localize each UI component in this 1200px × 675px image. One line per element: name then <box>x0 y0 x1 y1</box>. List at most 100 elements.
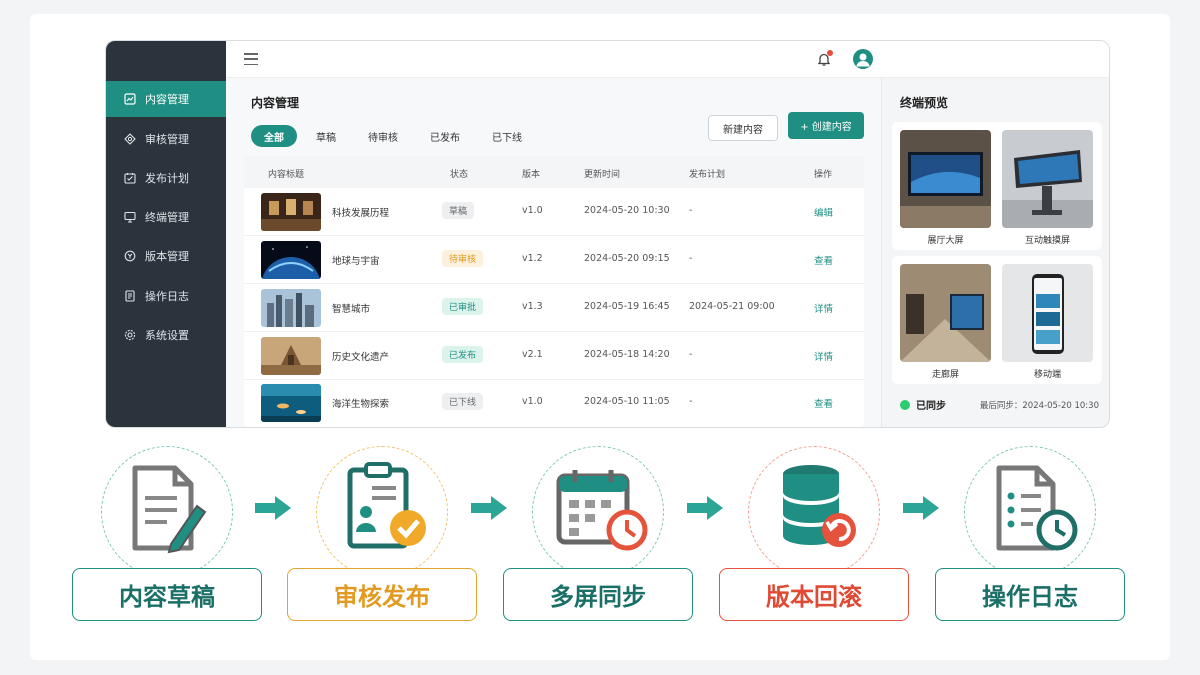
column-header: 状态 <box>450 170 469 180</box>
row-title: 海洋生物探索 <box>332 399 390 410</box>
sidebar-item-label: 内容管理 <box>145 93 189 106</box>
step-label: 版本回滚 <box>719 568 909 621</box>
row-version: v1.2 <box>522 253 543 264</box>
status-badge: 草稿 <box>442 202 475 219</box>
preview-group: 展厅大屏 互动触摸屏 <box>892 122 1102 250</box>
column-header: 发布计划 <box>689 170 726 180</box>
row-plan: - <box>689 253 693 264</box>
terminal-image <box>900 130 991 228</box>
terminal-preview-panel: 终端预览 展厅大屏 互动触摸屏 走廊屏 移动端 已同步 最后同步：2024-05… <box>881 78 1109 427</box>
sidebar-item-logs[interactable]: 操作日志 <box>106 278 226 314</box>
row-plan: 2024-05-21 09:00 <box>689 301 775 312</box>
table-row[interactable]: 科技发展历程 草稿 v1.0 2024-05-20 10:30 - 编辑 <box>244 188 864 236</box>
step-label: 多屏同步 <box>503 568 693 621</box>
status-badge: 已审批 <box>442 298 484 315</box>
table-row[interactable]: 地球与宇宙 待审核 v1.2 2024-05-20 09:15 - 查看 <box>244 236 864 284</box>
avatar[interactable] <box>853 49 873 69</box>
row-updated: 2024-05-19 16:45 <box>584 301 670 312</box>
sidebar: 内容管理 审核管理 发布计划 终端管理 版本管理 操作日志 系统设置 <box>106 41 226 427</box>
terminal-card[interactable]: 展厅大屏 <box>900 130 991 246</box>
sync-status-label: 已同步 <box>916 401 946 412</box>
last-sync-time: 最后同步：2024-05-20 10:30 <box>979 401 1099 411</box>
tab-draft[interactable]: 草稿 <box>303 125 349 147</box>
thumbnail-image <box>261 289 321 327</box>
menu-icon[interactable] <box>244 53 258 65</box>
gear-icon <box>124 329 136 341</box>
column-header: 操作 <box>814 170 833 180</box>
row-updated: 2024-05-10 11:05 <box>584 396 670 407</box>
database-rollback-icon <box>783 465 856 547</box>
sidebar-item-label: 版本管理 <box>145 250 189 263</box>
preview-group: 走廊屏 移动端 <box>892 256 1102 384</box>
sidebar-item-content[interactable]: 内容管理 <box>106 81 226 117</box>
sidebar-item-label: 系统设置 <box>145 329 189 342</box>
sidebar-item-label: 发布计划 <box>145 172 189 185</box>
new-content-button[interactable]: 新建内容 <box>708 115 778 141</box>
arrow-right-icon <box>687 496 723 520</box>
row-updated: 2024-05-20 10:30 <box>584 205 670 216</box>
sidebar-item-settings[interactable]: 系统设置 <box>106 317 226 353</box>
row-action-link[interactable]: 详情 <box>814 349 833 363</box>
log-icon <box>124 290 136 302</box>
row-title: 地球与宇宙 <box>332 256 380 267</box>
content-icon <box>124 93 136 105</box>
table-row[interactable]: 历史文化遗产 已发布 v2.1 2024-05-18 14:20 - 详情 <box>244 332 864 380</box>
tab-pending[interactable]: 待审核 <box>355 125 411 147</box>
table-header: 内容标题 状态 版本 更新时间 发布计划 操作 <box>244 156 864 188</box>
document-edit-icon <box>132 465 207 554</box>
tab-offline[interactable]: 已下线 <box>479 125 535 147</box>
bell-icon[interactable] <box>815 50 833 68</box>
row-action-link[interactable]: 查看 <box>814 253 833 267</box>
thumbnail-image <box>261 337 321 375</box>
terminal-image <box>900 264 991 362</box>
sidebar-item-versions[interactable]: 版本管理 <box>106 238 226 274</box>
row-plan: - <box>689 396 693 407</box>
calendar-icon <box>124 172 136 184</box>
terminal-card[interactable]: 移动端 <box>1002 264 1093 380</box>
sidebar-item-terminals[interactable]: 终端管理 <box>106 199 226 235</box>
row-title: 历史文化遗产 <box>332 352 390 363</box>
terminal-label: 移动端 <box>1033 370 1061 380</box>
row-version: v1.0 <box>522 396 543 407</box>
arrow-right-icon <box>903 496 939 520</box>
thumbnail-image <box>261 241 321 279</box>
arrow-right-icon <box>471 496 507 520</box>
tab-all[interactable]: 全部 <box>251 125 297 147</box>
table-row[interactable]: 海洋生物探索 已下线 v1.0 2024-05-10 11:05 - 查看 <box>244 380 864 427</box>
row-plan: - <box>689 349 693 360</box>
app-window: 内容管理 审核管理 发布计划 终端管理 版本管理 操作日志 系统设置 内容管理 … <box>105 40 1110 428</box>
top-bar <box>226 41 1109 78</box>
row-title: 科技发展历程 <box>332 208 390 219</box>
thumbnail-image <box>261 193 321 231</box>
row-action-link[interactable]: 查看 <box>814 396 833 410</box>
tab-published[interactable]: 已发布 <box>417 125 473 147</box>
clipboard-check-icon <box>347 462 426 549</box>
terminal-card[interactable]: 互动触摸屏 <box>1002 130 1093 246</box>
checklist-clock-icon <box>996 465 1078 551</box>
terminal-label: 走廊屏 <box>931 370 959 380</box>
terminal-card[interactable]: 走廊屏 <box>900 264 991 380</box>
version-icon <box>124 250 136 262</box>
table-row[interactable]: 智慧城市 已审批 v1.3 2024-05-19 16:45 2024-05-2… <box>244 284 864 332</box>
column-header: 更新时间 <box>584 170 621 180</box>
sidebar-item-review[interactable]: 审核管理 <box>106 121 226 157</box>
sync-status-dot <box>900 399 910 410</box>
step-label: 内容草稿 <box>72 568 262 621</box>
terminal-image <box>1002 130 1093 228</box>
sidebar-item-schedule[interactable]: 发布计划 <box>106 160 226 196</box>
column-header: 内容标题 <box>268 170 305 180</box>
row-version: v2.1 <box>522 349 543 360</box>
review-icon <box>124 133 136 145</box>
sidebar-item-label: 操作日志 <box>145 290 189 303</box>
sync-status: 已同步 <box>900 397 946 412</box>
row-plan: - <box>689 205 693 216</box>
status-badge: 待审核 <box>442 250 484 267</box>
step-label: 审核发布 <box>287 568 477 621</box>
row-title: 智慧城市 <box>332 304 371 315</box>
create-content-button[interactable]: + 创建内容 <box>788 112 864 139</box>
row-updated: 2024-05-18 14:20 <box>584 349 670 360</box>
calendar-clock-icon <box>556 470 648 551</box>
row-action-link[interactable]: 详情 <box>814 301 833 315</box>
row-action-link[interactable]: 编辑 <box>814 205 833 219</box>
row-version: v1.3 <box>522 301 543 312</box>
